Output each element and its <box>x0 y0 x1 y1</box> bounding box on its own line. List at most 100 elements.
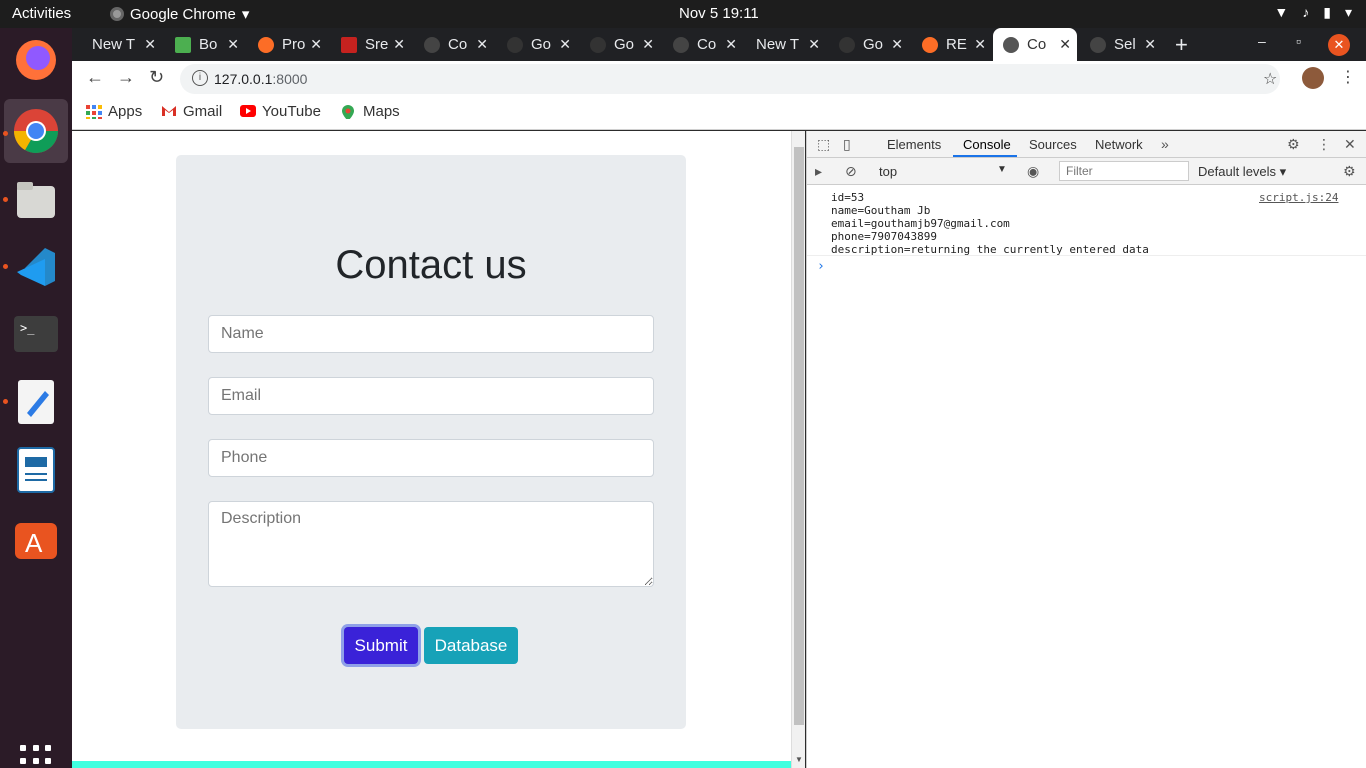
name-field[interactable] <box>208 315 654 353</box>
tab[interactable]: Go ✕ <box>497 28 577 61</box>
more-tabs-icon[interactable]: » <box>1161 136 1169 152</box>
console-prompt[interactable]: › <box>817 259 825 274</box>
tab[interactable]: New T ✕ <box>746 28 826 61</box>
close-tab-icon[interactable]: ✕ <box>1144 36 1156 53</box>
profile-avatar[interactable] <box>1302 67 1324 89</box>
devtools-tabbar: ⬚ ▯ Elements Console Sources Network » ⚙… <box>807 131 1366 158</box>
tab-elements[interactable]: Elements <box>887 137 941 152</box>
maximize-icon[interactable]: ▫ <box>1296 33 1301 49</box>
terminal-launcher[interactable]: >_ <box>12 310 60 358</box>
inspect-element-icon[interactable]: ⬚ <box>817 136 830 153</box>
back-icon[interactable]: ← <box>86 67 104 88</box>
close-tab-icon[interactable]: ✕ <box>974 36 986 53</box>
libreoffice-writer-launcher[interactable] <box>12 446 60 494</box>
scroll-down-icon[interactable]: ▼ <box>795 755 803 764</box>
clock[interactable]: Nov 5 19:11 <box>679 5 759 22</box>
close-tab-icon[interactable]: ✕ <box>476 36 488 53</box>
close-window-icon[interactable]: ✕ <box>1328 34 1350 56</box>
tab[interactable]: Sel ✕ <box>1080 28 1162 61</box>
running-indicator <box>3 264 8 269</box>
submit-button[interactable]: Submit <box>344 627 418 664</box>
system-tray[interactable]: ▼ ♪ ▮ ▾ <box>1274 4 1352 21</box>
close-tab-icon[interactable]: ✕ <box>1059 36 1071 53</box>
tab-active[interactable]: Co ✕ <box>993 28 1077 61</box>
close-tab-icon[interactable]: ✕ <box>227 36 239 53</box>
tab-title: New T <box>756 36 800 53</box>
email-field[interactable] <box>208 377 654 415</box>
close-tab-icon[interactable]: ✕ <box>310 36 322 53</box>
tab[interactable]: Go ✕ <box>829 28 909 61</box>
app-menu[interactable]: Google Chrome ▾ <box>110 5 249 23</box>
info-icon[interactable]: i <box>192 70 208 86</box>
vscode-launcher[interactable] <box>12 243 60 291</box>
tab[interactable]: RE ✕ <box>912 28 992 61</box>
github-icon <box>590 36 606 53</box>
tab[interactable]: Bo ✕ <box>165 28 245 61</box>
close-devtools-icon[interactable]: ✕ <box>1344 136 1356 153</box>
show-applications-icon[interactable] <box>20 745 52 768</box>
tab[interactable]: Co ✕ <box>414 28 494 61</box>
bookmark-youtube[interactable]: YouTube <box>240 103 321 120</box>
tab[interactable]: Pro ✕ <box>248 28 328 61</box>
sidebar-toggle-icon[interactable]: ▸ <box>815 163 822 180</box>
new-tab-button[interactable]: + <box>1175 32 1188 58</box>
software-center-launcher[interactable]: A <box>12 514 60 562</box>
power-menu-icon: ▾ <box>1344 4 1352 20</box>
files-icon <box>17 182 55 218</box>
page-scrollbar[interactable]: ▼ <box>791 131 805 768</box>
url-text: 127.0.0.1:8000 <box>214 71 307 87</box>
url-port: :8000 <box>272 71 308 87</box>
tab-sources[interactable]: Sources <box>1029 137 1077 152</box>
svg-text:>_: >_ <box>20 321 35 335</box>
tab-console[interactable]: Console <box>963 137 1011 152</box>
gitlab-icon <box>258 36 274 53</box>
log-levels-dropdown[interactable]: Default levels ▾ <box>1198 164 1286 180</box>
context-dropdown-icon[interactable]: ▼ <box>997 164 1007 175</box>
devtools-panel: ⬚ ▯ Elements Console Sources Network » ⚙… <box>806 131 1366 768</box>
tab[interactable]: Sre ✕ <box>331 28 411 61</box>
kebab-menu-icon[interactable]: ⋮ <box>1317 136 1331 153</box>
battery-icon: ▮ <box>1323 4 1331 20</box>
firefox-launcher[interactable] <box>12 36 60 84</box>
address-bar[interactable]: i 127.0.0.1:8000 <box>180 64 1280 94</box>
activities-button[interactable]: Activities <box>12 5 71 22</box>
close-tab-icon[interactable]: ✕ <box>642 36 654 53</box>
scrollbar-thumb[interactable] <box>794 147 804 725</box>
gitlab-icon <box>922 36 938 53</box>
minimize-icon[interactable]: – <box>1258 33 1266 49</box>
clear-console-icon[interactable]: ⊘ <box>845 163 857 180</box>
tab[interactable]: Co ✕ <box>663 28 743 61</box>
github-icon <box>507 36 523 53</box>
forward-icon[interactable]: → <box>117 67 135 88</box>
bookmark-star-icon[interactable]: ☆ <box>1263 69 1277 89</box>
chrome-launcher[interactable] <box>4 99 68 163</box>
tab-network[interactable]: Network <box>1095 137 1143 152</box>
log-source-link[interactable]: script.js:24 <box>1259 191 1338 204</box>
app-menu-label: Google Chrome <box>130 5 236 23</box>
close-tab-icon[interactable]: ✕ <box>559 36 571 53</box>
phone-field[interactable] <box>208 439 654 477</box>
files-launcher[interactable] <box>12 176 60 224</box>
text-editor-launcher[interactable] <box>12 378 60 426</box>
device-toolbar-icon[interactable]: ▯ <box>843 136 851 153</box>
close-tab-icon[interactable]: ✕ <box>891 36 903 53</box>
console-settings-icon[interactable]: ⚙ <box>1343 163 1356 180</box>
menu-icon[interactable]: ⋮ <box>1340 67 1356 87</box>
context-selector[interactable]: top <box>879 164 897 179</box>
database-button[interactable]: Database <box>424 627 518 664</box>
close-tab-icon[interactable]: ✕ <box>808 36 820 53</box>
bookmark-label: Gmail <box>183 103 223 120</box>
tab[interactable]: Go ✕ <box>580 28 660 61</box>
bookmark-gmail[interactable]: Gmail <box>161 103 222 120</box>
bookmark-maps[interactable]: Maps <box>341 103 400 120</box>
console-filter-input[interactable] <box>1059 161 1189 181</box>
close-tab-icon[interactable]: ✕ <box>393 36 405 53</box>
description-field[interactable] <box>208 501 654 587</box>
tab[interactable]: New T ✕ <box>82 28 162 61</box>
close-tab-icon[interactable]: ✕ <box>725 36 737 53</box>
settings-gear-icon[interactable]: ⚙ <box>1287 136 1300 153</box>
bookmark-apps[interactable]: Apps <box>86 103 142 120</box>
reload-icon[interactable]: ↻ <box>149 67 164 88</box>
close-tab-icon[interactable]: ✕ <box>144 36 156 53</box>
live-expression-eye-icon[interactable]: ◉ <box>1027 163 1039 180</box>
